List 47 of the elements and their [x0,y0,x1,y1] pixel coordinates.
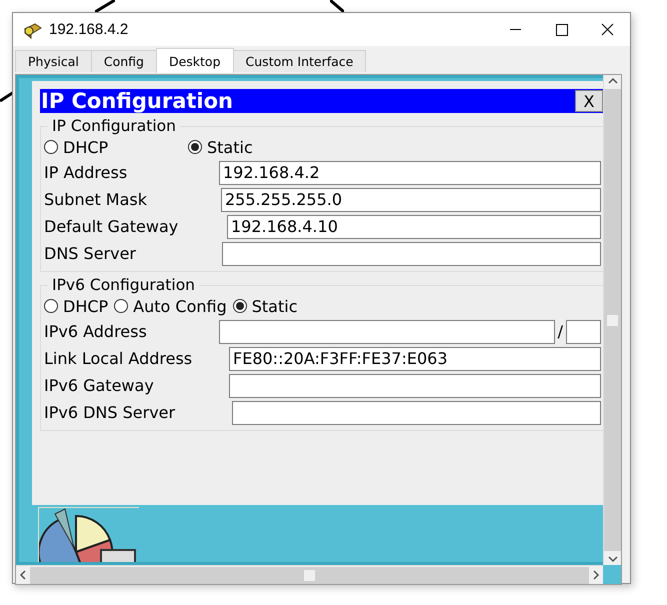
radio-icon[interactable] [114,299,128,313]
tab[interactable]: Desktop [156,48,234,73]
group-legend: IPv6 Configuration [48,276,199,294]
app-icon [23,20,43,38]
dialog-title: IP Configuration [41,89,234,113]
input-field[interactable] [222,242,601,266]
radio-option[interactable]: DHCP [44,296,108,316]
scroll-thumb[interactable] [607,314,618,326]
slash-separator: / [558,322,563,341]
radio-option[interactable]: Static [188,138,326,156]
radio-option[interactable]: Auto Config [114,296,227,316]
field-label: DNS Server [44,244,137,263]
radio-icon[interactable] [44,140,58,154]
scroll-thumb[interactable] [304,570,315,580]
field-label: Subnet Mask [44,190,148,209]
field-label: IPv6 Gateway [44,376,155,395]
tab[interactable]: Config [90,50,157,72]
vertical-scrollbar[interactable] [603,75,621,565]
horizontal-scrollbar[interactable] [16,565,603,584]
input-field[interactable]: 192.168.4.10 [227,214,601,238]
input-field[interactable] [219,320,555,344]
window-title: 192.168.4.2 [49,21,128,38]
input-field[interactable]: 255.255.255.0 [221,188,601,212]
tab[interactable]: Custom Interface [232,50,366,72]
input-field[interactable]: FE80::20A:F3FF:FE37:E063 [229,346,601,370]
network-link-line [330,0,344,12]
close-button[interactable]: X [575,90,603,112]
input-field[interactable] [232,400,601,424]
field-label: IP Address [44,163,128,182]
radio-option[interactable]: Static [232,296,298,316]
prefix-field[interactable] [566,320,601,344]
field-label: IPv6 Address [44,322,148,341]
field-label: Link Local Address [44,349,194,368]
radio-icon[interactable] [44,299,58,313]
network-link-line [0,90,14,102]
input-field[interactable] [229,374,601,398]
tab[interactable]: Physical [15,50,92,72]
radio-option[interactable]: DHCP [44,138,182,156]
scrollbar-corner [603,565,621,584]
group-legend: IP Configuration [48,117,180,135]
radio-icon[interactable] [188,140,202,154]
input-field[interactable]: 192.168.4.2 [219,160,601,184]
network-link-line [95,0,115,12]
radio-icon[interactable] [232,299,247,313]
app-tile[interactable] [38,507,139,562]
field-label: Default Gateway [44,217,180,236]
field-label: IPv6 DNS Server [44,403,176,422]
